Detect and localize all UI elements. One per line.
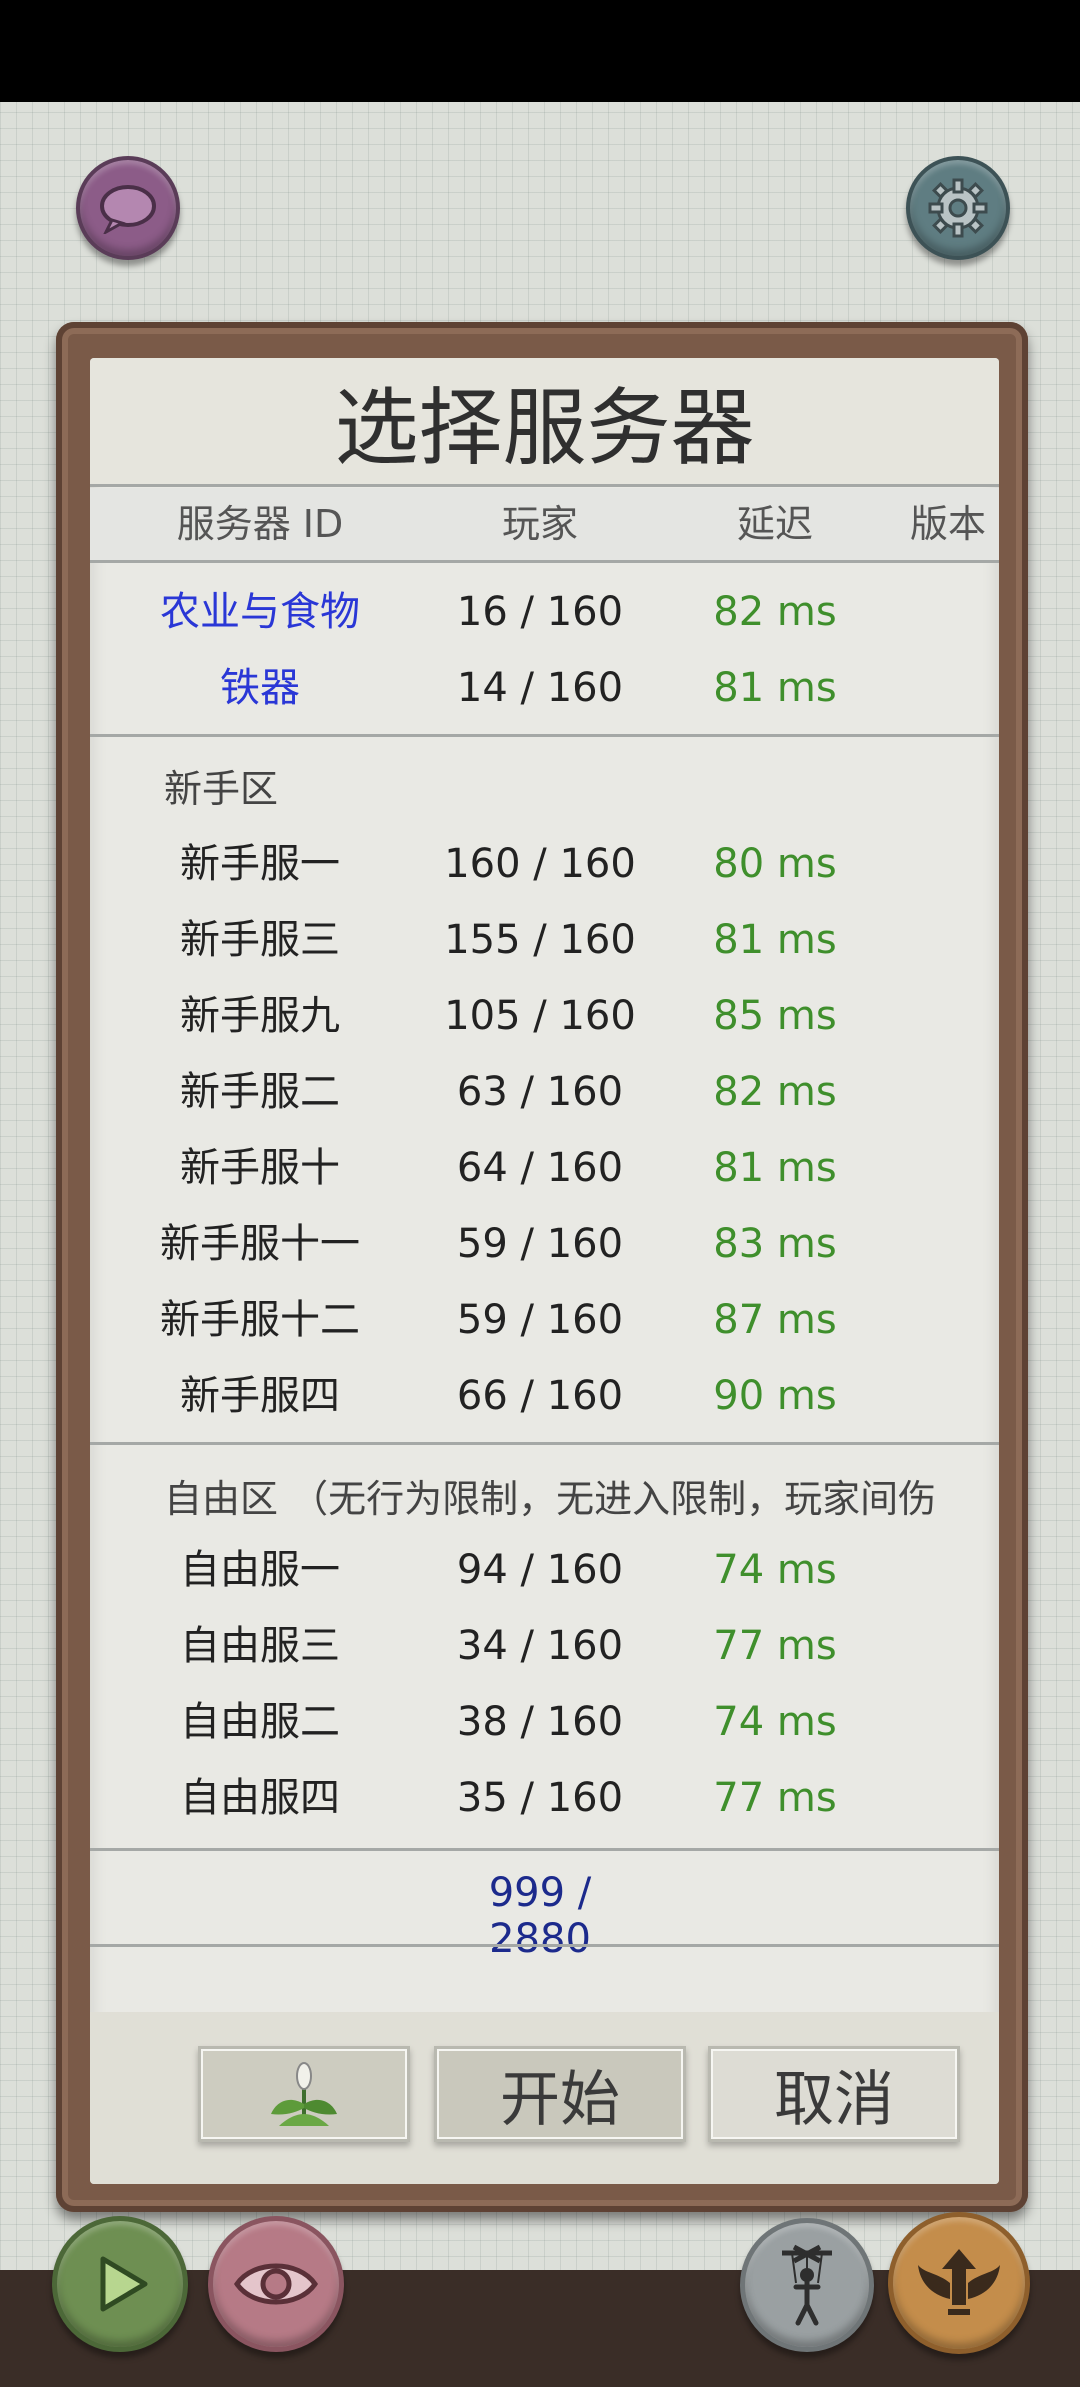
column-header-name[interactable]: 服务器 ID [130, 488, 390, 560]
server-ping: 77 ms [713, 1775, 837, 1821]
server-ping: 81 ms [713, 1145, 837, 1191]
puppet-button[interactable] [740, 2218, 874, 2352]
server-row[interactable]: 农业与食物 16 / 160 82 ms [90, 574, 999, 650]
server-name: 新手服三 [180, 917, 340, 963]
server-row[interactable]: 新手服十二 59 / 160 87 ms [90, 1282, 999, 1358]
server-name: 自由服一 [180, 1547, 340, 1593]
server-row[interactable]: 铁器 14 / 160 81 ms [90, 650, 999, 726]
server-ping: 80 ms [713, 841, 837, 887]
server-row[interactable]: 新手服一 160 / 160 80 ms [90, 826, 999, 902]
server-name: 新手服十 [180, 1145, 340, 1191]
server-name: 新手服十二 [160, 1297, 360, 1343]
server-row[interactable]: 自由服一 94 / 160 74 ms [90, 1532, 999, 1608]
divider [90, 1442, 999, 1445]
server-select-dialog: 选择服务器 服务器 ID 玩家 延迟 版本 农业与食物 16 / 160 82 … [90, 358, 999, 2184]
server-row[interactable]: 新手服三 155 / 160 81 ms [90, 902, 999, 978]
server-players: 59 / 160 [456, 1297, 624, 1343]
total-players: 999 / 2880 [488, 1870, 592, 1962]
column-header-players[interactable]: 玩家 [440, 488, 640, 560]
section-label-free: 自由区 （无行为限制，无进入限制，玩家间伤 [164, 1477, 937, 1521]
server-players: 35 / 160 [456, 1775, 624, 1821]
dialog-title: 选择服务器 [90, 358, 999, 484]
server-players: 105 / 160 [444, 993, 636, 1039]
column-header-version[interactable]: 版本 [910, 488, 999, 560]
server-row[interactable]: 自由服四 35 / 160 77 ms [90, 1760, 999, 1836]
server-ping: 83 ms [713, 1221, 837, 1267]
server-players: 155 / 160 [444, 917, 636, 963]
gear-icon [928, 178, 988, 238]
server-ping: 85 ms [713, 993, 837, 1039]
server-row[interactable]: 自由服三 34 / 160 77 ms [90, 1608, 999, 1684]
settings-button[interactable] [906, 156, 1010, 260]
play-button[interactable] [52, 2216, 188, 2352]
server-name: 自由服二 [180, 1699, 340, 1745]
server-ping: 82 ms [713, 589, 837, 635]
server-name: 新手服四 [180, 1373, 340, 1419]
divider [90, 560, 999, 563]
server-row[interactable]: 新手服十一 59 / 160 83 ms [90, 1206, 999, 1282]
server-name: 自由服三 [180, 1623, 340, 1669]
server-ping: 82 ms [713, 1069, 837, 1115]
section-label-novice: 新手区 [164, 767, 279, 811]
server-ping: 90 ms [713, 1373, 837, 1419]
server-players: 38 / 160 [456, 1699, 624, 1745]
server-players: 34 / 160 [456, 1623, 624, 1669]
chat-button[interactable] [76, 156, 180, 260]
server-players: 94 / 160 [456, 1547, 624, 1593]
server-row[interactable]: 新手服九 105 / 160 85 ms [90, 978, 999, 1054]
server-ping: 81 ms [713, 665, 837, 711]
divider [90, 1944, 999, 1947]
server-row[interactable]: 新手服十 64 / 160 81 ms [90, 1130, 999, 1206]
chat-bubble-icon [100, 185, 156, 234]
server-ping: 74 ms [713, 1699, 837, 1745]
server-players: 64 / 160 [456, 1145, 624, 1191]
start-button[interactable]: 开始 [434, 2046, 686, 2142]
server-name: 自由服四 [180, 1775, 340, 1821]
server-row[interactable]: 新手服二 63 / 160 82 ms [90, 1054, 999, 1130]
divider [90, 734, 999, 737]
server-name: 新手服十一 [160, 1221, 360, 1267]
server-name: 农业与食物 [160, 589, 360, 635]
divider [90, 484, 999, 487]
server-ping: 87 ms [713, 1297, 837, 1343]
divider [90, 1848, 999, 1851]
play-icon [100, 2256, 148, 2312]
column-header-row: 服务器 ID 玩家 延迟 版本 [90, 488, 999, 560]
column-header-ping[interactable]: 延迟 [700, 488, 850, 560]
cancel-button[interactable]: 取消 [708, 2046, 960, 2142]
server-name: 铁器 [220, 665, 300, 711]
server-players: 16 / 160 [456, 589, 624, 635]
view-button[interactable] [208, 2216, 344, 2352]
upgrade-button[interactable] [888, 2212, 1030, 2354]
upgrade-wings-icon [918, 2249, 1000, 2315]
plant-button[interactable] [198, 2046, 410, 2142]
server-row[interactable]: 自由服二 38 / 160 74 ms [90, 1684, 999, 1760]
server-name: 新手服九 [180, 993, 340, 1039]
server-players: 160 / 160 [444, 841, 636, 887]
server-name: 新手服一 [180, 841, 340, 887]
server-ping: 74 ms [713, 1547, 837, 1593]
server-players: 59 / 160 [456, 1221, 624, 1267]
server-name: 新手服二 [180, 1069, 340, 1115]
plant-icon [271, 2062, 337, 2126]
puppet-icon [782, 2244, 832, 2326]
server-ping: 81 ms [713, 917, 837, 963]
server-ping: 77 ms [713, 1623, 837, 1669]
status-bar [0, 0, 1080, 102]
server-players: 63 / 160 [456, 1069, 624, 1115]
server-players: 14 / 160 [456, 665, 624, 711]
server-players: 66 / 160 [456, 1373, 624, 1419]
eye-icon [233, 2263, 319, 2305]
server-row[interactable]: 新手服四 66 / 160 90 ms [90, 1358, 999, 1434]
